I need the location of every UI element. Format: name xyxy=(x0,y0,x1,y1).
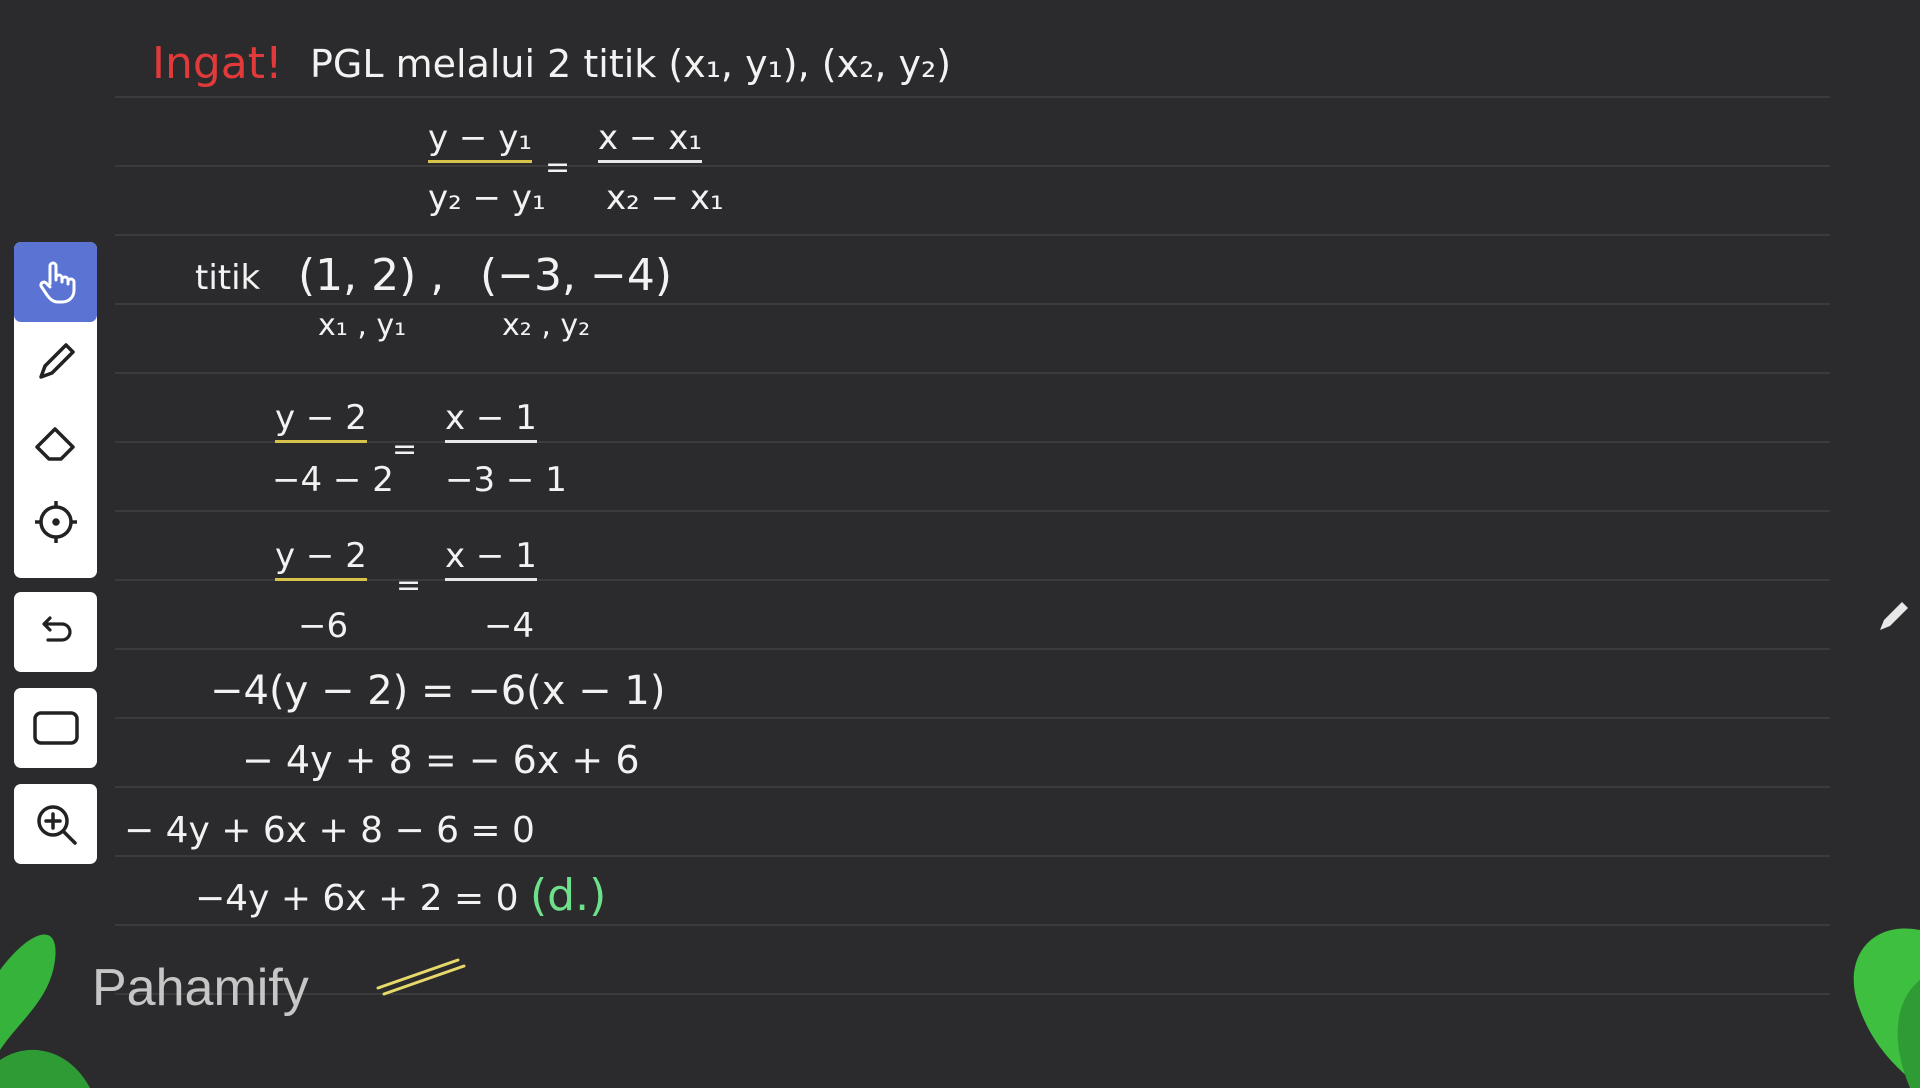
solution-line-2: − 4y + 8 = − 6x + 6 xyxy=(242,738,640,782)
drawing-toolbar-bottom xyxy=(14,592,97,672)
point-two-labels: x₂ , y₂ xyxy=(502,308,591,343)
step2-numerator-right: x − 1 xyxy=(445,536,537,581)
pen-tool-button[interactable] xyxy=(14,322,97,402)
solution-line-4: −4y + 6x + 2 = 0 xyxy=(195,878,519,919)
formula-numerator-left: y − y₁ xyxy=(428,118,532,163)
shape-tool-button[interactable] xyxy=(14,688,97,768)
eraser-tool-button[interactable] xyxy=(14,402,97,482)
formula-heading: PGL melalui 2 titik (x₁, y₁), (x₂, y₂) xyxy=(310,42,952,86)
solution-line-1: −4(y − 2) = −6(x − 1) xyxy=(210,668,666,714)
hand-icon xyxy=(38,261,75,304)
points-label: titik xyxy=(195,258,261,298)
solution-line-3: − 4y + 6x + 8 − 6 = 0 xyxy=(124,810,535,851)
shape-icon xyxy=(32,711,79,745)
ingat-label: Ingat! xyxy=(152,38,283,89)
laser-pointer-icon xyxy=(34,501,77,543)
step1-denominator-right: −3 − 1 xyxy=(445,460,567,500)
pahamify-watermark: Pahamify xyxy=(92,959,309,1017)
drawing-toolbar-zoom xyxy=(14,784,97,864)
step2-numerator-left: y − 2 xyxy=(275,536,367,581)
formula-denominator-left: y₂ − y₁ xyxy=(428,178,546,218)
double-underline-mark xyxy=(376,958,466,996)
pen-icon xyxy=(38,343,75,379)
point-one: (1, 2) , xyxy=(298,250,445,301)
point-one-labels: x₁ , y₁ xyxy=(318,308,407,343)
step1-denominator-left: −4 − 2 xyxy=(272,460,394,500)
undo-button[interactable] xyxy=(14,592,97,672)
step1-numerator-right: x − 1 xyxy=(445,398,537,443)
zoom-in-button[interactable] xyxy=(14,784,97,864)
step2-denominator-left: −6 xyxy=(298,606,349,646)
step1-equals: = xyxy=(392,432,418,467)
formula-denominator-right: x₂ − x₁ xyxy=(606,178,724,218)
drawing-toolbar-shape xyxy=(14,688,97,768)
step2-equals: = xyxy=(396,568,422,603)
zoom-in-icon xyxy=(36,805,77,845)
formula-numerator-right: x − x₁ xyxy=(598,118,702,163)
eraser-icon xyxy=(34,427,75,461)
hand-tool-button[interactable] xyxy=(14,242,97,322)
laser-tool-button[interactable] xyxy=(14,482,97,562)
formula-equals: = xyxy=(545,150,571,185)
pencil-icon xyxy=(1880,602,1908,630)
step1-numerator-left: y − 2 xyxy=(275,398,367,443)
undo-icon xyxy=(41,616,72,642)
answer-label: (d.) xyxy=(530,870,607,921)
point-two: (−3, −4) xyxy=(480,250,673,301)
leaf-decoration-right xyxy=(1853,928,1920,1088)
drawing-toolbar-top xyxy=(14,242,97,578)
step2-denominator-right: −4 xyxy=(484,606,535,646)
